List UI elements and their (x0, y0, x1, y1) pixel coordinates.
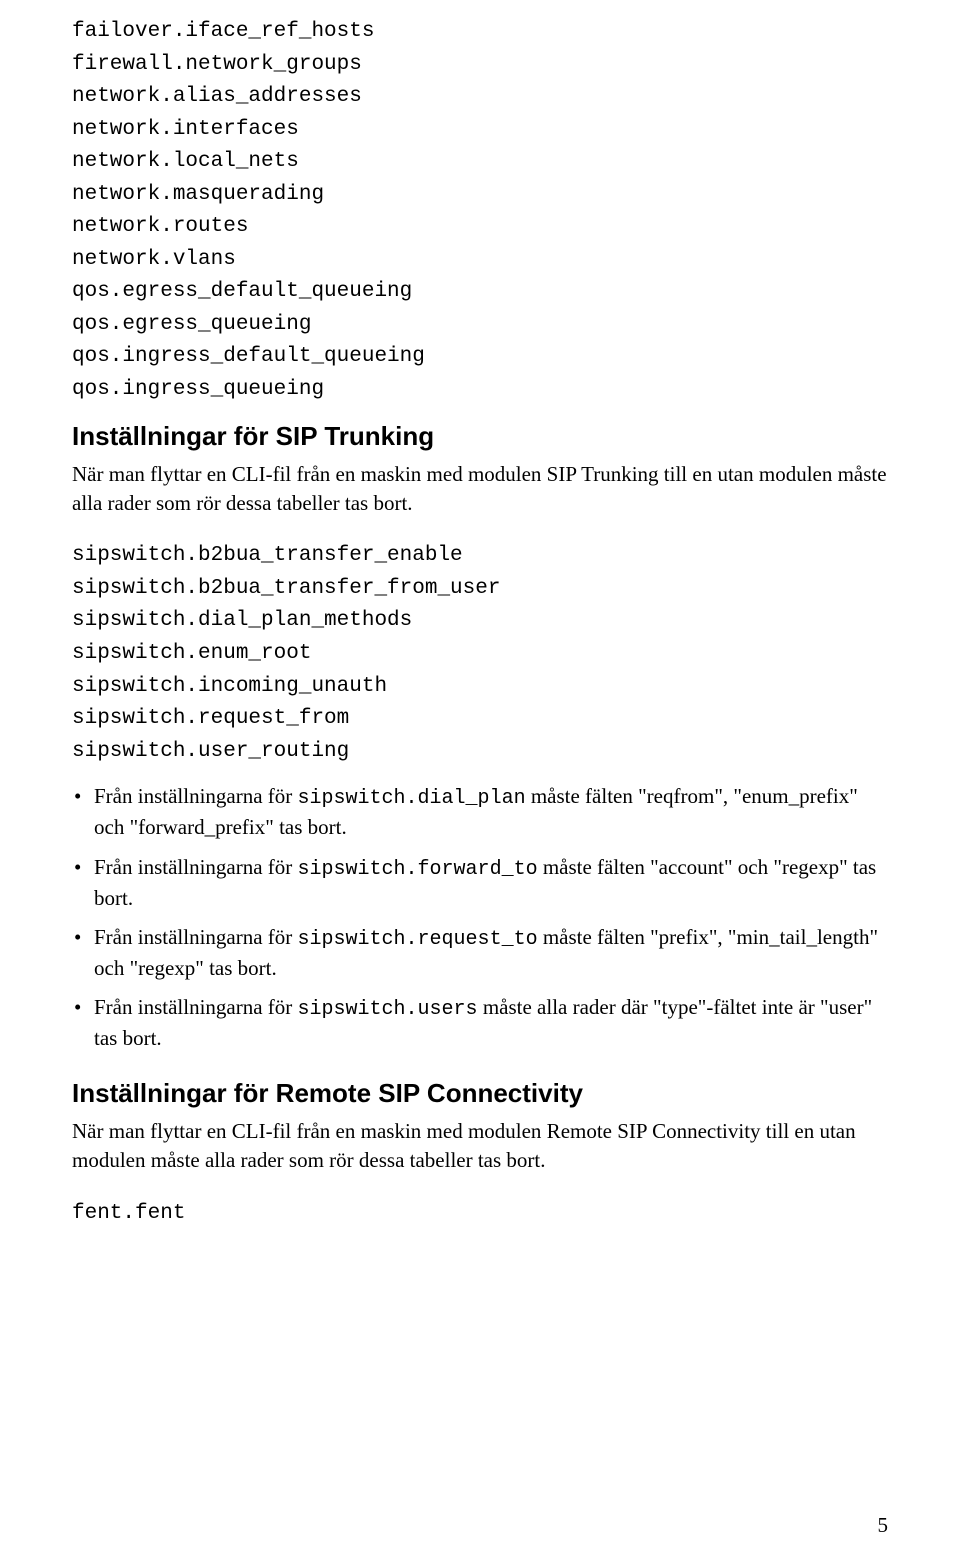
list-item: Från inställningarna för sipswitch.reque… (72, 923, 888, 983)
list-item: Från inställningarna för sipswitch.forwa… (72, 853, 888, 913)
bullet-list: Från inställningarna för sipswitch.dial_… (72, 782, 888, 1054)
code-block-network: failover.iface_ref_hosts firewall.networ… (72, 16, 888, 407)
code-block-fent: fent.fent (72, 1198, 888, 1231)
list-item-code: sipswitch.users (298, 998, 478, 1021)
list-item-pre: Från inställningarna för (94, 855, 298, 879)
list-item-pre: Från inställningarna för (94, 995, 298, 1019)
list-item: Från inställningarna för sipswitch.users… (72, 993, 888, 1053)
list-item-pre: Från inställningarna för (94, 784, 298, 808)
list-item-code: sipswitch.request_to (298, 928, 538, 951)
heading-sip-trunking: Inställningar för SIP Trunking (72, 421, 888, 452)
paragraph-remote-sip: När man flyttar en CLI-fil från en maski… (72, 1117, 888, 1176)
list-item-pre: Från inställningarna för (94, 925, 298, 949)
code-block-sipswitch: sipswitch.b2bua_transfer_enable sipswitc… (72, 540, 888, 768)
paragraph-sip-trunking: När man flyttar en CLI-fil från en maski… (72, 460, 888, 519)
heading-remote-sip: Inställningar för Remote SIP Connectivit… (72, 1078, 888, 1109)
list-item-code: sipswitch.forward_to (298, 858, 538, 881)
page-number: 5 (878, 1513, 889, 1538)
list-item-code: sipswitch.dial_plan (298, 787, 526, 810)
list-item: Från inställningarna för sipswitch.dial_… (72, 782, 888, 842)
